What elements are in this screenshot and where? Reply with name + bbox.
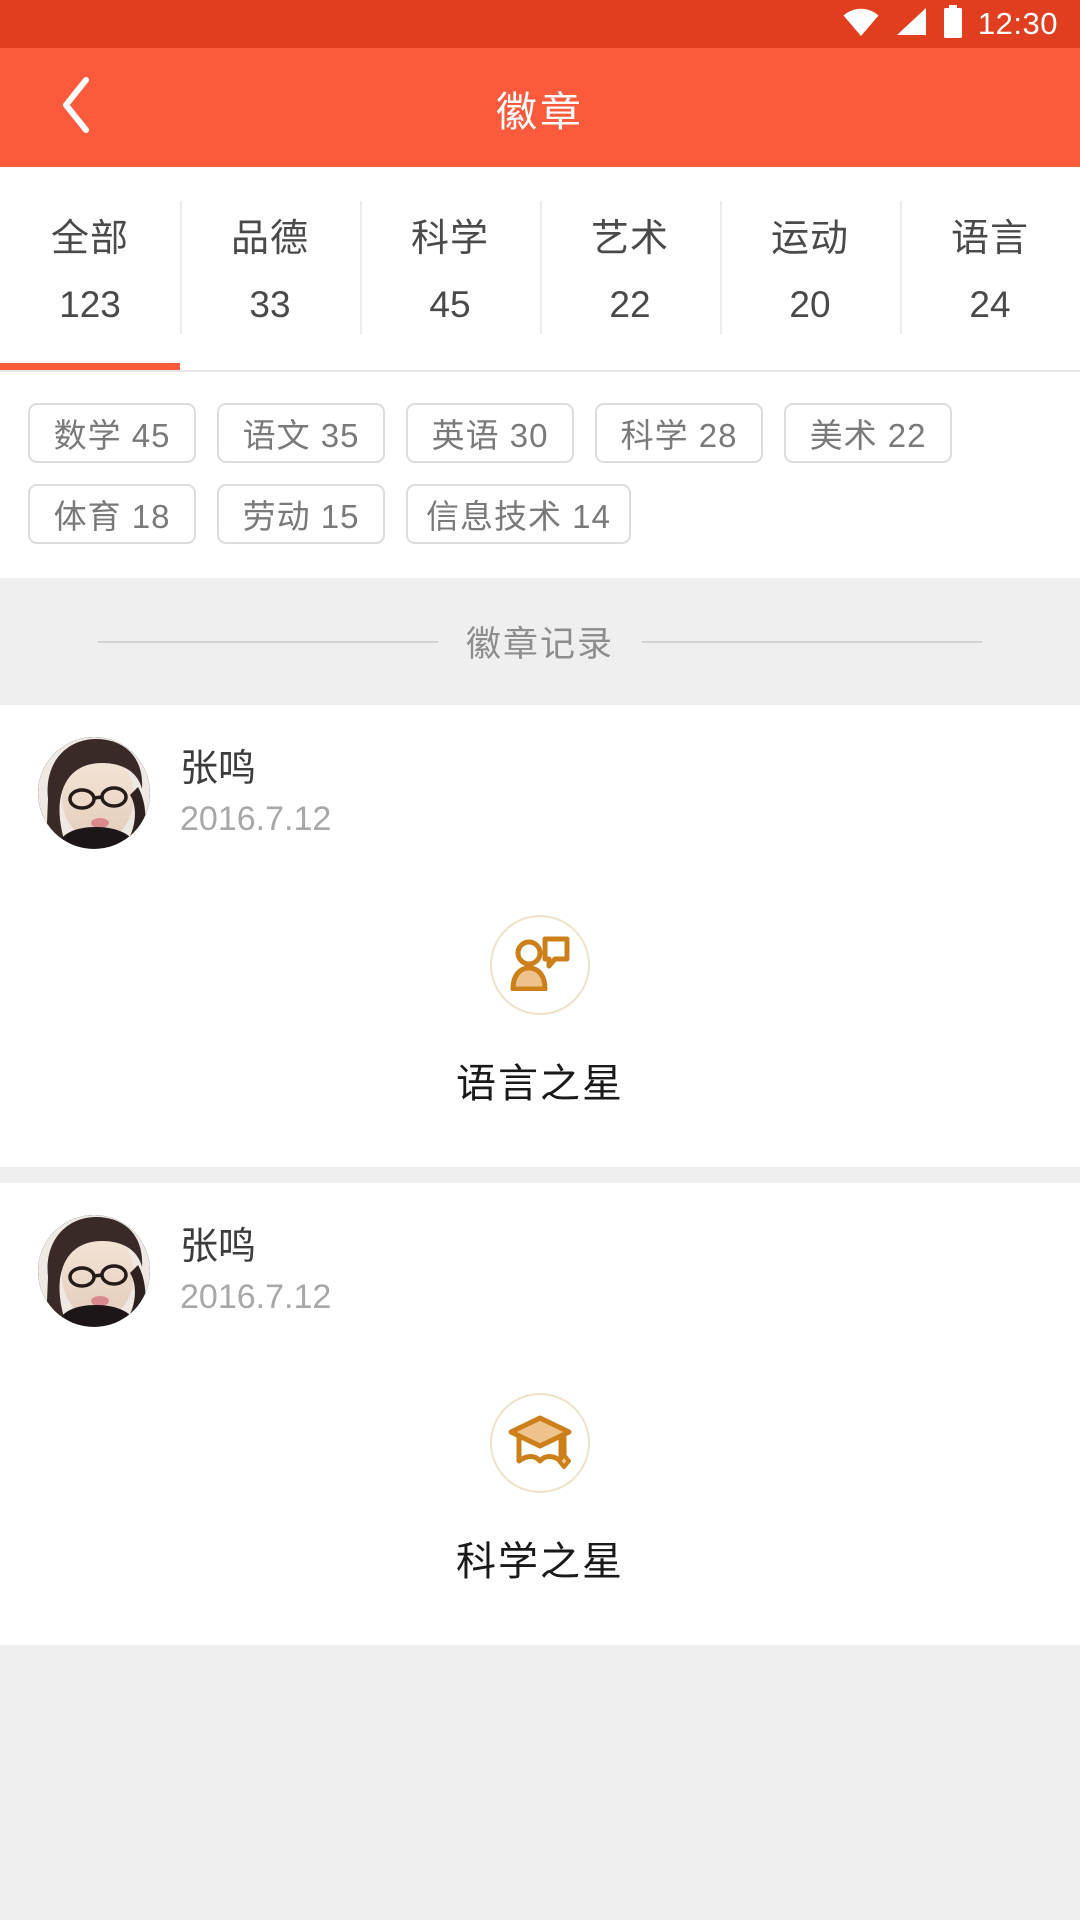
badge-name: 语言之星: [456, 1062, 624, 1106]
tab-label: 运动: [770, 218, 849, 260]
tab-count: 33: [249, 284, 291, 325]
record-date: 2016.7.12: [180, 1278, 332, 1316]
chip-labor[interactable]: 劳动 15: [217, 484, 385, 544]
tab-count: 22: [609, 284, 651, 325]
badge-record-item[interactable]: 张鸣 2016.7.12 科学之星: [0, 1183, 1080, 1645]
record-separator: [0, 1167, 1080, 1183]
record-header: 张鸣 2016.7.12: [0, 737, 1080, 849]
page-background-filler: [0, 1645, 1080, 1920]
tab-science[interactable]: 科学 45: [360, 167, 540, 370]
subject-filter-chips: 数学 45 语文 35 英语 30 科学 28 美术 22 体育 18 劳动 1…: [0, 372, 1080, 578]
section-title: 徽章记录: [465, 625, 614, 664]
tab-label: 语言: [950, 218, 1029, 260]
record-date: 2016.7.12: [180, 800, 332, 838]
record-meta: 张鸣 2016.7.12: [180, 750, 331, 836]
tab-art[interactable]: 艺术 22: [540, 167, 720, 370]
app-header: 徽章: [0, 48, 1080, 167]
tab-active-indicator: [0, 363, 180, 370]
tab-all[interactable]: 全部 123: [0, 167, 180, 370]
record-student-name: 张鸣: [180, 1226, 257, 1268]
chip-english[interactable]: 英语 30: [406, 403, 574, 463]
signal-icon: [894, 7, 928, 42]
chip-chinese[interactable]: 语文 35: [217, 403, 385, 463]
person-speech-bubble-icon: [509, 935, 571, 996]
divider-line-left: [97, 640, 438, 643]
chip-math[interactable]: 数学 45: [28, 403, 196, 463]
status-bar-clock: 12:30: [977, 5, 1058, 41]
avatar[interactable]: [38, 737, 150, 849]
badge-display: 科学之星: [0, 1327, 1080, 1645]
wifi-icon: [842, 7, 880, 42]
back-button[interactable]: [36, 48, 116, 167]
tab-count: 123: [59, 284, 121, 325]
badge-display: 语言之星: [0, 849, 1080, 1167]
badge-record-item[interactable]: 张鸣 2016.7.12 语言之星: [0, 705, 1080, 1167]
record-student-name: 张鸣: [180, 748, 257, 790]
tab-label: 品德: [230, 218, 309, 260]
record-header: 张鸣 2016.7.12: [0, 1215, 1080, 1327]
avatar[interactable]: [38, 1215, 150, 1327]
category-tabbar: 全部 123 品德 33 科学 45 艺术 22 运动 20 语言 24: [0, 167, 1080, 372]
status-bar: 12:30: [0, 0, 1080, 48]
page-title: 徽章: [496, 88, 584, 135]
badge-icon-circle: [490, 915, 590, 1015]
graduation-cap-icon: [508, 1413, 572, 1474]
badge-screen: 12:30 徽章 全部 123 品德 33 科学 45 艺术 22 运动 20 …: [0, 0, 1080, 1920]
tab-count: 20: [789, 284, 831, 325]
tab-label: 全部: [50, 218, 129, 260]
battery-icon: [942, 5, 964, 43]
badge-icon-circle: [490, 1393, 590, 1493]
tab-label: 艺术: [590, 218, 669, 260]
tab-label: 科学: [410, 218, 489, 260]
chevron-left-icon: [59, 76, 93, 139]
tab-morality[interactable]: 品德 33: [180, 167, 360, 370]
tab-sports[interactable]: 运动 20: [720, 167, 900, 370]
chip-science[interactable]: 科学 28: [595, 403, 763, 463]
tab-language[interactable]: 语言 24: [900, 167, 1080, 370]
chip-it[interactable]: 信息技术 14: [406, 484, 631, 544]
badge-records-section-header: 徽章记录: [0, 578, 1080, 705]
record-meta: 张鸣 2016.7.12: [180, 1228, 331, 1314]
tab-count: 45: [429, 284, 471, 325]
chip-pe[interactable]: 体育 18: [28, 484, 196, 544]
badge-name: 科学之星: [456, 1540, 624, 1584]
divider-line-right: [642, 640, 982, 643]
tab-count: 24: [969, 284, 1011, 325]
chip-fine-arts[interactable]: 美术 22: [784, 403, 952, 463]
